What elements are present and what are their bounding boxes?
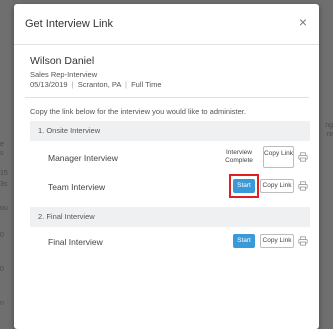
start-button[interactable]: Start [233, 234, 255, 248]
background-text-fragment: 0 [0, 232, 4, 239]
candidate-location: Scranton, PA [77, 80, 121, 89]
section-header-final: 2. Final Interview [30, 207, 310, 227]
interview-row-final: Final Interview Start Copy Link [30, 229, 310, 255]
candidate-name: Wilson Daniel [30, 55, 95, 67]
background-text-fragment: s [0, 150, 4, 157]
section-header-onsite: 1. Onsite Interview [30, 121, 310, 141]
background-text-fragment: re [326, 131, 333, 138]
candidate-meta: 05/13/2019 | Scranton, PA | Full Time [30, 80, 161, 89]
interview-row-manager: Manager Interview Interview Complete Cop… [30, 145, 310, 171]
printer-icon[interactable] [298, 181, 308, 191]
divider [25, 97, 309, 98]
printer-icon[interactable] [298, 152, 308, 162]
modal-header: Get Interview Link × [14, 4, 319, 45]
copy-link-button[interactable]: Copy Link [260, 179, 294, 193]
background-text-fragment: 15 [0, 170, 8, 177]
interview-label: Final Interview [48, 237, 103, 247]
background-text-fragment: n [0, 300, 4, 307]
instruction-text: Copy the link below for the interview yo… [30, 107, 246, 116]
printer-icon[interactable] [298, 236, 308, 246]
interview-label: Team Interview [48, 182, 106, 192]
background-text-fragment: ng [325, 122, 333, 129]
meta-separator: | [125, 80, 127, 89]
interview-status: Interview Complete [225, 149, 253, 164]
background-text-fragment: 0 [0, 266, 4, 273]
highlight-box [229, 174, 259, 198]
background-text-fragment: 3s [0, 181, 8, 188]
close-icon[interactable]: × [296, 15, 310, 29]
candidate-employment-type: Full Time [131, 80, 162, 89]
meta-separator: | [71, 80, 74, 89]
interview-label: Manager Interview [48, 153, 118, 163]
interview-row-team: Team Interview Start Copy Link [30, 174, 310, 200]
copy-link-button[interactable]: Copy Link [260, 234, 294, 248]
background-text-fragment: e [0, 141, 4, 148]
candidate-date: 05/13/2019 [30, 80, 68, 89]
copy-link-button[interactable]: Copy Link [263, 146, 294, 168]
background-page-left [0, 0, 14, 329]
background-text-fragment: ou [0, 205, 8, 212]
modal-title: Get Interview Link [25, 18, 114, 30]
background-page-right [319, 0, 333, 329]
candidate-position: Sales Rep-Interview [30, 70, 98, 79]
get-interview-link-modal: Get Interview Link × Wilson Daniel Sales… [14, 4, 319, 329]
